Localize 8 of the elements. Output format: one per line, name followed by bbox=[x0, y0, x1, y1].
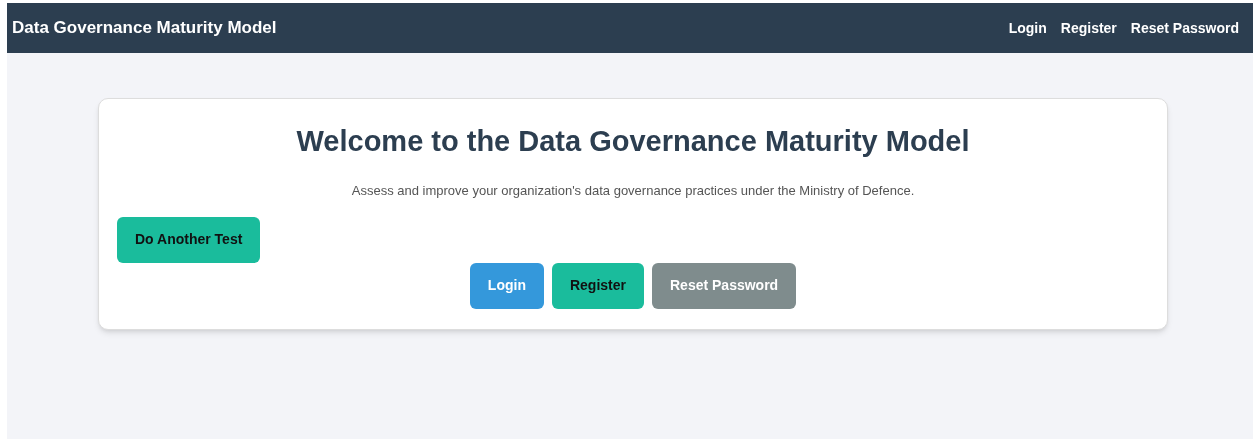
nav-link[interactable]: Register bbox=[1060, 17, 1117, 39]
nav-link[interactable]: Reset Password bbox=[1130, 17, 1239, 39]
nav-link[interactable]: Login bbox=[1008, 17, 1047, 39]
action-button[interactable]: Register bbox=[551, 262, 644, 309]
welcome-description: Assess and improve your organization's data governance practices under the Ministry of Defence. bbox=[350, 182, 916, 200]
welcome-heading: Welcome to the Data Governance Maturity Model bbox=[295, 124, 971, 159]
app-title: Data Governance Maturity Model bbox=[12, 17, 277, 40]
do-another-test-button[interactable]: Do Another Test bbox=[117, 216, 261, 263]
